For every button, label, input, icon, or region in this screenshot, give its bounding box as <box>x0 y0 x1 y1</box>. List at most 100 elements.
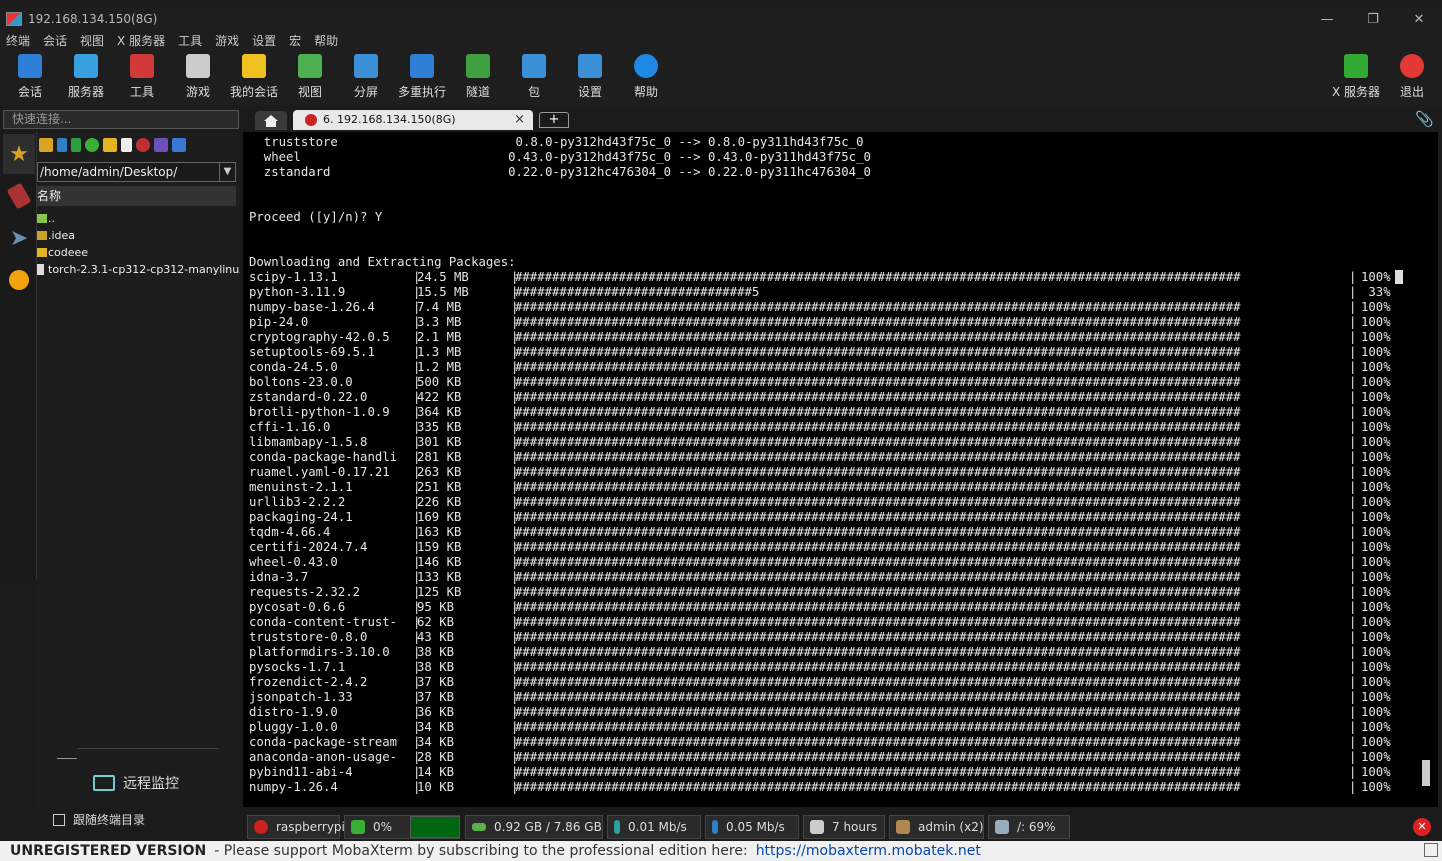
terminal-line: wheel 0.43.0-py312hd43f75c_0 --> 0.43.0-… <box>249 150 871 164</box>
home-tab[interactable] <box>255 111 287 130</box>
help-button[interactable]: 帮助 <box>618 54 674 100</box>
attach-icon[interactable]: 📎 <box>1415 110 1434 128</box>
list-item[interactable]: .. <box>37 210 240 227</box>
menu-sessions[interactable]: 会话 <box>43 32 67 49</box>
separator: | <box>1349 315 1357 329</box>
exit-button[interactable]: 退出 <box>1384 54 1440 100</box>
progress-percent: 100% <box>1361 570 1391 584</box>
tools-button[interactable]: 工具 <box>114 54 170 100</box>
path-input[interactable]: /home/admin/Desktop/ ▼ <box>37 162 236 182</box>
package-row: cryptography-42.0.5 2.1 MB | | #############… <box>249 330 1429 345</box>
servers-button[interactable]: 服务器 <box>58 54 114 100</box>
package-size: 95 KB <box>417 600 455 614</box>
tools-sidetab[interactable] <box>3 176 35 216</box>
quick-connect-input[interactable]: 快速连接... <box>3 110 239 129</box>
maximize-button[interactable]: ❐ <box>1350 8 1396 30</box>
sftp-icon <box>9 270 29 290</box>
folder-up-icon[interactable] <box>39 138 53 152</box>
package-size: 10 KB <box>417 780 455 794</box>
download-icon[interactable] <box>57 138 67 152</box>
separator: | <box>1349 270 1357 284</box>
package-row: urllib3-2.2.2 226 KB | | ###################… <box>249 495 1429 510</box>
progress-bar-text: ########################################… <box>515 675 1241 689</box>
menu-help[interactable]: 帮助 <box>314 32 338 49</box>
footer-window-icon[interactable] <box>1424 843 1438 857</box>
rename-icon[interactable] <box>154 138 168 152</box>
separator: | <box>1349 570 1357 584</box>
package-size: 281 KB <box>417 450 462 464</box>
new-folder-icon[interactable] <box>103 138 117 152</box>
close-button[interactable]: ✕ <box>1396 8 1442 30</box>
checkbox-icon <box>53 813 65 826</box>
new-file-icon[interactable] <box>121 138 132 152</box>
separator: | <box>413 570 421 584</box>
progress-bar-text: ########################################… <box>515 540 1241 554</box>
minimize-button[interactable]: — <box>1304 8 1350 30</box>
separator: | <box>413 765 421 779</box>
terminal-scrollbar[interactable] <box>1422 760 1430 786</box>
macros-sidetab[interactable]: ➤ <box>3 218 35 258</box>
session-button[interactable]: 会话 <box>2 54 58 100</box>
package-name: pybind11-abi-4 <box>249 765 353 779</box>
add-tab-button[interactable]: + <box>539 112 569 128</box>
upload-icon[interactable] <box>71 138 81 152</box>
terminal-area[interactable]: truststore 0.8.0-py312hd43f75c_0 --> 0.8… <box>243 132 1438 807</box>
package-row: distro-1.9.0 36 KB | | #####################… <box>249 705 1429 720</box>
package-row: conda-content-trust- 62 KB | | #############… <box>249 615 1429 630</box>
chevron-down-icon[interactable]: ▼ <box>219 163 235 181</box>
games-button[interactable]: 游戏 <box>170 54 226 100</box>
package-row: idna-3.7 133 KB | | ########################… <box>249 570 1429 585</box>
separator: | <box>1349 495 1357 509</box>
progress-bar-text: ########################################… <box>515 450 1241 464</box>
list-item[interactable]: codeee <box>37 244 240 261</box>
package-name: libmambapy-1.5.8 <box>249 435 368 449</box>
session-tab[interactable]: 6. 192.168.134.150(8G) × <box>293 110 533 130</box>
tab-close-icon[interactable]: × <box>514 110 525 130</box>
separator: | <box>1349 420 1357 434</box>
close-session-icon[interactable]: ✕ <box>1413 818 1431 836</box>
name-column-header[interactable]: 名称 <box>37 186 236 206</box>
resize-handle[interactable] <box>57 758 77 759</box>
tunnel-button[interactable]: 隧道 <box>450 54 506 100</box>
package-row: ruamel.yaml-0.17.21 263 KB | | #############… <box>249 465 1429 480</box>
view-button[interactable]: 视图 <box>282 54 338 100</box>
xserver-button[interactable]: X 服务器 <box>1328 54 1384 100</box>
delete-icon[interactable] <box>136 138 150 152</box>
menu-games[interactable]: 游戏 <box>215 32 239 49</box>
mobaxterm-link[interactable]: https://mobaxterm.mobatek.net <box>756 843 981 859</box>
separator: | <box>1349 735 1357 749</box>
menu-xserver[interactable]: X 服务器 <box>117 32 165 49</box>
settings-button[interactable]: 设置 <box>562 54 618 100</box>
sftp-sidetab[interactable] <box>3 260 35 300</box>
package-button[interactable]: 包 <box>506 54 562 100</box>
multiexec-button[interactable]: 多重执行 <box>394 54 450 100</box>
progress-bar-text: ########################################… <box>515 405 1241 419</box>
separator: | <box>413 285 421 299</box>
progress-percent: 100% <box>1361 720 1391 734</box>
folder-up-icon <box>37 214 47 223</box>
split-button[interactable]: 分屏 <box>338 54 394 100</box>
sessions-sidetab[interactable]: ★ <box>3 134 35 174</box>
menu-view[interactable]: 视图 <box>80 32 104 49</box>
follow-terminal-checkbox[interactable]: 跟随终端目录 <box>53 811 145 828</box>
menu-macros[interactable]: 宏 <box>289 32 301 49</box>
separator: | <box>1349 540 1357 554</box>
refresh-icon[interactable] <box>85 138 99 152</box>
list-item[interactable]: .idea <box>37 227 240 244</box>
menu-tools[interactable]: 工具 <box>178 32 202 49</box>
menu-settings[interactable]: 设置 <box>252 32 276 49</box>
my-sessions-button[interactable]: 我的会话 <box>226 54 282 100</box>
menu-terminal[interactable]: 终端 <box>6 32 30 49</box>
separator: | <box>1349 375 1357 389</box>
remote-monitoring-button[interactable]: 远程监控 <box>93 773 179 793</box>
panel-icon[interactable] <box>172 138 186 152</box>
progress-bar-text: ########################################… <box>515 465 1241 479</box>
progress-percent: 100% <box>1361 600 1391 614</box>
download-icon <box>712 820 718 834</box>
progress-percent: 100% <box>1361 765 1391 779</box>
list-item[interactable]: torch-2.3.1-cp312-cp312-manylinux2014 <box>37 261 240 278</box>
separator: | <box>413 615 421 629</box>
separator: | <box>1349 660 1357 674</box>
package-name: python-3.11.9 <box>249 285 346 299</box>
package-row: python-3.11.9 15.5 MB | | ##################… <box>249 285 1429 300</box>
